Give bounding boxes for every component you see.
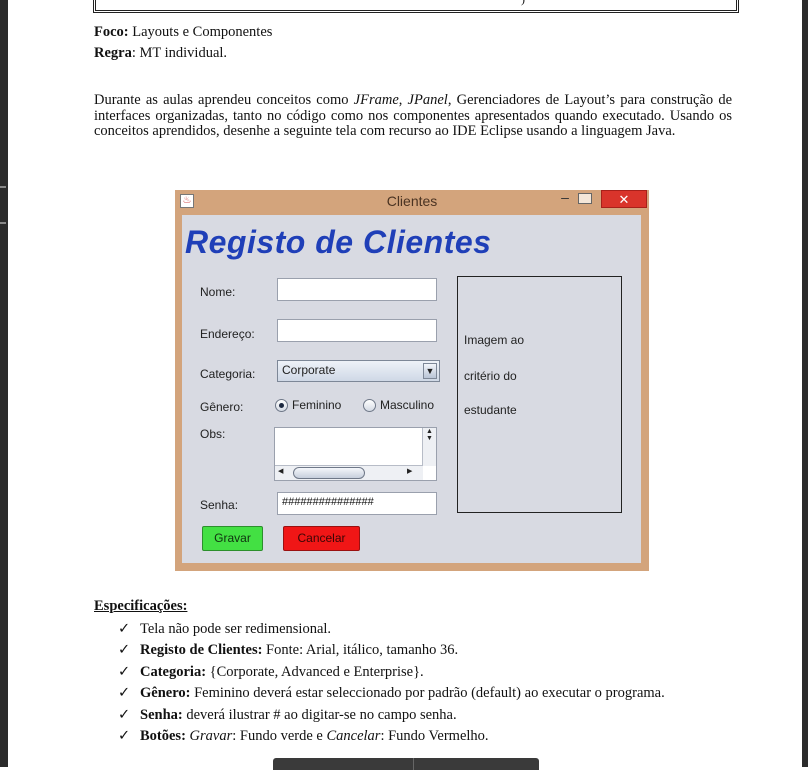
spec-item: ✓ Senha: deverá ilustrar # ao digitar-se … (118, 705, 665, 726)
spec-italic: Gravar (189, 728, 233, 745)
close-button[interactable]: ✕ (601, 190, 647, 208)
image-text-3: estudante (464, 403, 517, 417)
obs-label: Obs: (200, 427, 226, 441)
radio-masculino-label: Masculino (380, 398, 435, 412)
senha-label: Senha: (200, 498, 239, 512)
regra-line: Regra: MT individual. (94, 43, 272, 64)
spec-text: Tela não pode ser redimensional. (140, 621, 332, 637)
viewer-left-edge (0, 0, 8, 767)
image-text-2: critério do (464, 369, 517, 383)
categoria-selected: Corporate (282, 363, 336, 377)
spec-item: ✓ Gênero: Feminino deverá estar seleccion… (118, 683, 665, 704)
nome-label: Nome: (200, 285, 236, 299)
para-text: Durante as aulas aprendeu conceitos como (94, 92, 354, 108)
cancelar-button[interactable]: Cancelar (283, 526, 360, 551)
scroll-thumb[interactable] (293, 467, 365, 479)
para-text: , (398, 92, 408, 108)
radio-feminino[interactable]: Feminino (275, 398, 342, 413)
endereco-input[interactable] (277, 319, 437, 342)
senha-input[interactable]: ############### (277, 492, 437, 515)
foco-label: Foco: (94, 24, 129, 40)
chevron-down-icon[interactable]: ▼ (423, 363, 437, 379)
clientes-window: ♨ Clientes – ✕ Registo de Clientes Nome:… (175, 190, 649, 571)
check-icon: ✓ (118, 685, 131, 702)
spec-text: deverá ilustrar # ao digitar-se no campo… (182, 706, 457, 723)
spec-bold: Senha: (140, 706, 183, 723)
foco-value: Layouts e Componentes (132, 24, 273, 40)
radio-masculino[interactable]: Masculino (363, 398, 435, 413)
foco-line: Foco: Layouts e Componentes (94, 22, 272, 43)
spec-bold: Gênero: (140, 685, 191, 702)
edge-mark (0, 186, 6, 188)
maximize-button[interactable] (578, 193, 592, 204)
image-panel: Imagem ao critério do estudante (457, 276, 622, 513)
spec-item: ✓ Tela não pode ser redimensional. (118, 619, 665, 640)
check-icon: ✓ (118, 642, 131, 659)
radio-on-icon[interactable] (275, 399, 288, 413)
check-icon: ✓ (118, 621, 131, 637)
specifications-list: ✓ Tela não pode ser redimensional. ✓ Regis… (118, 619, 665, 747)
categoria-label: Categoria: (200, 367, 256, 381)
horizontal-scrollbar[interactable]: ◀ ▶ (275, 465, 423, 480)
edge-mark (0, 222, 6, 224)
scroll-left-icon[interactable]: ◀ (278, 467, 283, 475)
spec-italic: Cancelar (326, 728, 381, 745)
regra-value: : MT individual. (131, 45, 228, 61)
meta-block: Foco: Layouts e Componentes Regra: MT in… (94, 22, 272, 64)
check-icon: ✓ (118, 728, 131, 745)
specifications-title: Especificações: (94, 598, 188, 614)
spec-bold: Registo de Clientes: (140, 642, 263, 659)
spec-item: ✓ Categoria: {Corporate, Advanced e Enter… (118, 662, 665, 683)
para-jframe: JFrame (353, 92, 399, 108)
header-box: ) (93, 0, 739, 13)
endereco-label: Endereço: (200, 327, 255, 341)
viewer-bottom-toolbar[interactable] (273, 758, 539, 770)
spec-text: : Fundo verde e (232, 728, 327, 745)
spec-text: : Fundo Vermelho. (380, 728, 489, 745)
gravar-button[interactable]: Gravar (202, 526, 263, 551)
vertical-scrollbar[interactable]: ▲ ▼ (422, 428, 436, 466)
intro-paragraph: Durante as aulas aprendeu conceitos como… (94, 92, 732, 140)
spec-bold: Botões: (140, 728, 186, 745)
toolbar-divider (413, 758, 414, 770)
form-heading: Registo de Clientes (185, 224, 492, 260)
document-page: ) Foco: Layouts e Componentes Regra: MT … (8, 0, 802, 770)
categoria-select[interactable]: Corporate ▼ (277, 360, 440, 382)
spec-text: Feminino deverá estar seleccionado por p… (190, 685, 665, 702)
para-jpanel: JPanel (407, 92, 448, 108)
check-icon: ✓ (118, 706, 131, 723)
spec-bold: Categoria: (140, 663, 207, 680)
image-text-1: Imagem ao (464, 333, 525, 347)
check-icon: ✓ (118, 663, 131, 680)
regra-label: Regra (94, 45, 132, 61)
genero-label: Gênero: (200, 400, 244, 414)
spec-item: ✓ Registo de Clientes: Fonte: Arial, itál… (118, 640, 665, 661)
window-content: Registo de Clientes Nome: Endereço: Cate… (182, 215, 641, 563)
header-glyph: ) (521, 0, 525, 7)
scroll-right-icon[interactable]: ▶ (407, 467, 412, 475)
spec-text: Fonte: Arial, itálico, tamanho 36. (262, 642, 459, 659)
radio-off-icon[interactable] (363, 399, 376, 413)
minimize-button[interactable]: – (555, 190, 575, 208)
viewer-right-edge (802, 0, 808, 767)
nome-input[interactable] (277, 278, 437, 301)
spec-item: ✓ Botões: Gravar: Fundo verde e Cancelar:… (118, 726, 665, 747)
spec-text: {Corporate, Advanced e Enterprise}. (206, 663, 424, 680)
obs-textarea[interactable]: ▲ ▼ ◀ ▶ (274, 427, 437, 481)
radio-feminino-label: Feminino (292, 398, 342, 412)
window-titlebar: ♨ Clientes – ✕ (175, 190, 649, 214)
